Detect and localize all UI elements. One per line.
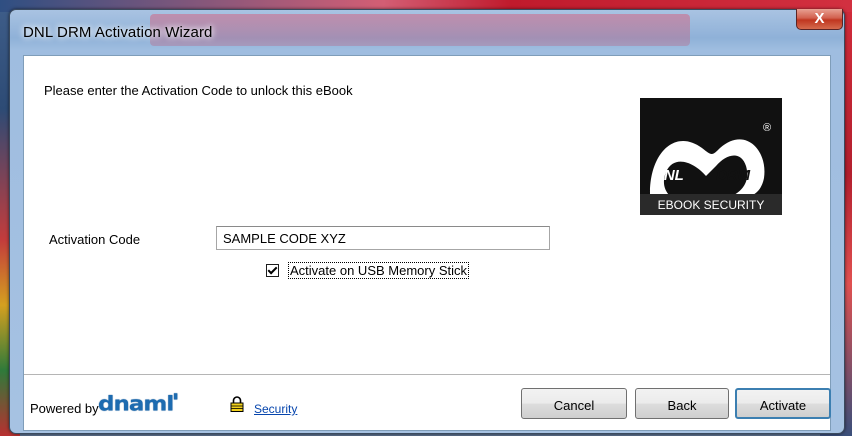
activate-button[interactable]: Activate xyxy=(735,388,831,419)
cancel-button[interactable]: Cancel xyxy=(521,388,627,419)
back-button[interactable]: Back xyxy=(635,388,729,419)
titlebar-glass xyxy=(150,14,690,46)
window-title: DNL DRM Activation Wizard xyxy=(23,24,213,41)
logo-drm-text: DRM xyxy=(716,167,751,184)
usb-checkbox-label[interactable]: Activate on USB Memory Stick xyxy=(288,262,469,279)
dnaml-logo: dnaml▮ xyxy=(98,392,178,416)
security-link[interactable]: Security xyxy=(254,402,297,416)
footer: Powered by dnaml▮ Security Cancel Back A… xyxy=(24,375,831,430)
dnl-drm-logo: DNL DRM ® EBOOK SECURITY xyxy=(640,98,782,215)
activation-wizard-window: DNL DRM Activation Wizard X Please enter… xyxy=(9,9,845,434)
usb-checkbox[interactable] xyxy=(266,264,279,277)
close-button[interactable]: X xyxy=(796,9,843,30)
activation-code-label: Activation Code xyxy=(49,232,141,247)
activation-code-input[interactable] xyxy=(216,226,550,250)
logo-registered-mark: ® xyxy=(763,122,771,134)
lock-icon xyxy=(230,396,244,412)
usb-checkbox-row[interactable]: Activate on USB Memory Stick xyxy=(266,262,469,279)
powered-by-text: Powered by xyxy=(30,401,99,416)
client-area: Please enter the Activation Code to unlo… xyxy=(23,55,831,431)
instruction-text: Please enter the Activation Code to unlo… xyxy=(44,83,353,98)
logo-dnl-text: DNL xyxy=(653,167,684,184)
logo-tagline: EBOOK SECURITY xyxy=(658,198,765,212)
dnaml-logo-text: dnaml xyxy=(98,392,174,416)
